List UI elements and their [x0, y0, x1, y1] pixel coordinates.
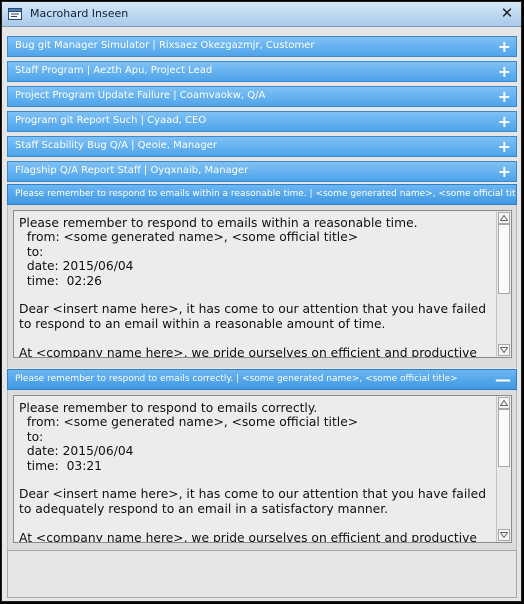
app-window: Macrohard Inseen ✕ Bug git Manager Simul…	[1, 1, 522, 602]
expand-plus-icon[interactable]: +	[498, 137, 511, 156]
email-body-textarea[interactable]: Please remember to respond to emails cor…	[13, 395, 512, 543]
app-window-icon	[8, 8, 22, 20]
accordion-pane-1: Please remember to respond to emails wit…	[7, 205, 517, 368]
accordion-header-6[interactable]: Flagship Q/A Report Staff | Oyqxnaib, Ma…	[7, 161, 517, 182]
expand-plus-icon[interactable]: +	[498, 87, 511, 106]
accordion-header-2[interactable]: Staff Program | Aezth Apu, Project Lead …	[7, 61, 517, 82]
scroll-down-arrow-icon[interactable]	[498, 344, 510, 356]
accordion-header-expanded-1[interactable]: Please remember to respond to emails wit…	[7, 184, 517, 205]
expand-plus-icon[interactable]: +	[498, 62, 511, 81]
accordion-header-1[interactable]: Bug git Manager Simulator | Rixsaez Okez…	[7, 36, 517, 57]
accordion-header-4[interactable]: Program git Report Such | Cyaad, CEO +	[7, 111, 517, 132]
accordion-header-label: Project Program Update Failure | Coamvao…	[15, 90, 266, 101]
accordion-header-label: Program git Report Such | Cyaad, CEO	[15, 115, 207, 126]
email-body-textarea[interactable]: Please remember to respond to emails wit…	[13, 210, 512, 358]
accordion-header-3[interactable]: Project Program Update Failure | Coamvao…	[7, 86, 517, 107]
accordion-header-label: Flagship Q/A Report Staff | Oyqxnaib, Ma…	[15, 165, 249, 176]
email-body-text: Please remember to respond to emails wit…	[19, 216, 487, 358]
email-body-text: Please remember to respond to emails cor…	[19, 401, 487, 543]
expand-plus-icon[interactable]: +	[498, 37, 511, 56]
scroll-up-arrow-icon[interactable]	[498, 397, 510, 409]
vertical-scrollbar[interactable]	[496, 396, 511, 542]
scroll-up-arrow-icon[interactable]	[498, 212, 510, 224]
accordion-header-label: Staff Program | Aezth Apu, Project Lead	[15, 65, 213, 76]
window-title: Macrohard Inseen	[30, 7, 129, 20]
accordion-header-label: Staff Scability Bug Q/A | Qeoie, Manager	[15, 140, 217, 151]
accordion-header-expanded-2[interactable]: Please remember to respond to emails cor…	[7, 369, 517, 390]
expand-plus-icon[interactable]: +	[498, 112, 511, 131]
vertical-scrollbar[interactable]	[496, 211, 511, 357]
close-button[interactable]: ✕	[499, 5, 515, 21]
scroll-down-arrow-icon[interactable]	[498, 529, 510, 541]
accordion-header-label: Please remember to respond to emails cor…	[15, 374, 458, 384]
accordion-pane-2: Please remember to respond to emails cor…	[7, 390, 517, 550]
collapse-minus-icon[interactable]: —	[495, 370, 511, 389]
accordion-header-5[interactable]: Staff Scability Bug Q/A | Qeoie, Manager…	[7, 136, 517, 157]
title-bar[interactable]: Macrohard Inseen ✕	[2, 2, 521, 27]
accordion-header-label: Bug git Manager Simulator | Rixsaez Okez…	[15, 40, 315, 51]
close-icon: ✕	[500, 4, 514, 22]
accordion-header-label: Please remember to respond to emails wit…	[15, 189, 517, 199]
footer-panel	[7, 550, 517, 598]
scroll-thumb[interactable]	[498, 409, 510, 467]
scroll-thumb[interactable]	[498, 224, 510, 294]
expand-plus-icon[interactable]: +	[498, 162, 511, 181]
